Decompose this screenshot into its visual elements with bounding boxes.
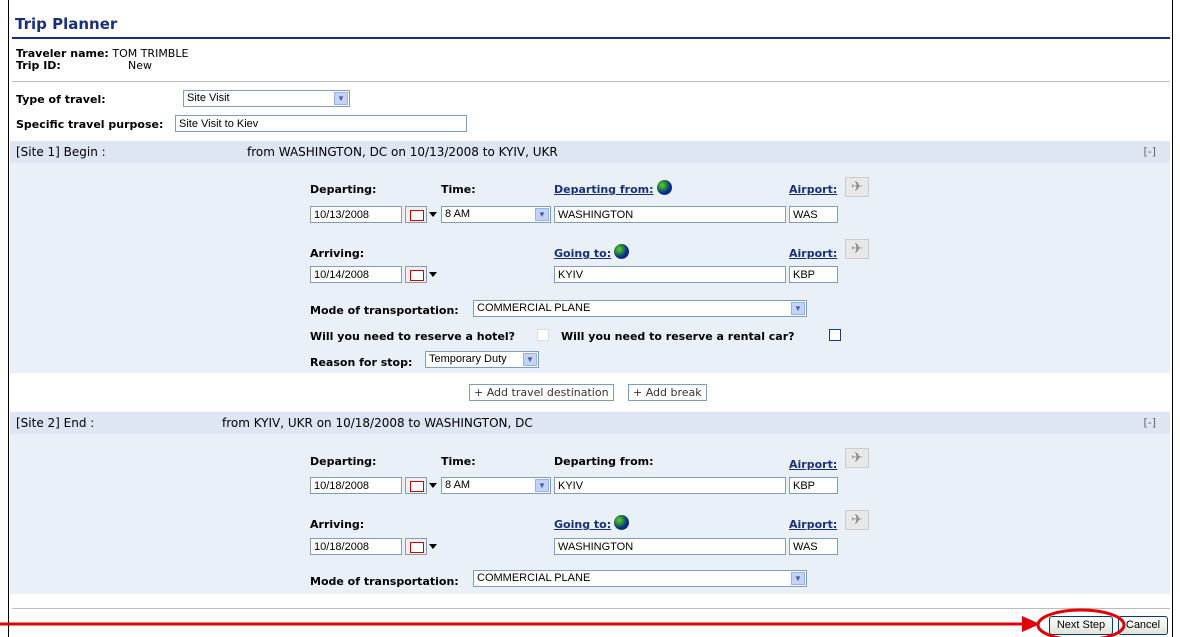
type-of-travel-select[interactable]: Site Visit ▼	[183, 90, 350, 107]
site2-header[interactable]: [Site 2] End : from KYIV, UKR on 10/18/2…	[10, 412, 1170, 434]
site2-depart-time[interactable]: 8 AM ▼	[441, 477, 551, 494]
site2-mode-value: COMMERCIAL PLANE	[477, 572, 591, 584]
page-title: Trip Planner	[15, 15, 118, 33]
site1-depart-airport[interactable]: WAS	[789, 206, 838, 223]
site2-collapse-button[interactable]: [-]	[1143, 416, 1156, 429]
airplane-icon[interactable]: ✈	[845, 177, 869, 197]
site1-mode-value: COMMERCIAL PLANE	[477, 302, 591, 314]
site2-arriving-label: Arriving:	[310, 518, 365, 531]
site1-reason-label: Reason for stop:	[310, 356, 413, 369]
airplane-icon[interactable]: ✈	[845, 448, 869, 468]
site1-airport-link[interactable]: Airport:	[789, 183, 837, 196]
site2-mode-label: Mode of transportation:	[310, 575, 459, 588]
calendar-icon[interactable]	[405, 538, 441, 555]
site1-arrive-airport[interactable]: KBP	[789, 266, 838, 283]
chevron-down-icon: ▼	[791, 572, 805, 585]
chevron-down-icon: ▼	[791, 302, 805, 315]
site1-hotel-label: Will you need to reserve a hotel?	[310, 330, 516, 343]
site2-arrive-date[interactable]: 10/18/2008	[310, 538, 402, 555]
site2-departing-from-label: Departing from:	[554, 455, 654, 468]
site2-arrive-airport-label: Airport:	[789, 518, 837, 531]
airplane-icon[interactable]: ✈	[845, 239, 869, 259]
site1-depart-from[interactable]: WASHINGTON	[554, 206, 786, 223]
annotation-overlay	[0, 608, 1126, 637]
site2-going-to: Going to:	[554, 515, 630, 531]
calendar-icon[interactable]	[405, 266, 441, 283]
site1-going-to: Going to:	[554, 244, 630, 260]
purpose-label: Specific travel purpose:	[16, 118, 164, 131]
site2-time-label: Time:	[441, 455, 476, 468]
site1-depart-date[interactable]: 10/13/2008	[310, 206, 402, 223]
airplane-icon[interactable]: ✈	[845, 510, 869, 530]
site2-label: [Site 2] End :	[16, 416, 95, 430]
site1-summary: from WASHINGTON, DC on 10/13/2008 to KYI…	[247, 145, 558, 159]
site1-arrive-date[interactable]: 10/14/2008	[310, 266, 402, 283]
site1-arrive-airport-label: Airport:	[789, 247, 837, 260]
site1-arrive-airport-link[interactable]: Airport:	[789, 247, 837, 260]
site1-car-checkbox[interactable]	[829, 329, 841, 341]
site2-depart-date[interactable]: 10/18/2008	[310, 477, 402, 494]
globe-icon[interactable]	[614, 515, 630, 530]
site1-depart-time[interactable]: 8 AM ▼	[441, 206, 551, 223]
site1-going-to-link[interactable]: Going to:	[554, 247, 611, 260]
site1-arriving-label: Arriving:	[310, 247, 365, 260]
type-of-travel-label: Type of travel:	[16, 93, 106, 106]
site1-car-label: Will you need to reserve a rental car?	[561, 330, 795, 343]
site1-departing-from: Departing from:	[554, 180, 672, 196]
site2-arrive-airport[interactable]: WAS	[789, 538, 838, 555]
site1-header[interactable]: [Site 1] Begin : from WASHINGTON, DC on …	[10, 141, 1170, 163]
trip-id-label: Trip ID:	[16, 59, 61, 72]
annotation-circle	[1036, 608, 1126, 637]
site2-mode-select[interactable]: COMMERCIAL PLANE ▼	[473, 570, 807, 587]
site2-depart-time-value: 8 AM	[445, 479, 471, 491]
site1-collapse-button[interactable]: [-]	[1143, 145, 1156, 158]
site2-depart-from[interactable]: KYIV	[554, 477, 786, 494]
site2-summary: from KYIV, UKR on 10/18/2008 to WASHINGT…	[222, 416, 533, 430]
chevron-down-icon: ▼	[523, 353, 537, 366]
title-divider	[12, 37, 1170, 39]
site2-arrive-to[interactable]: WASHINGTON	[554, 538, 786, 555]
site1-mode-select[interactable]: COMMERCIAL PLANE ▼	[473, 300, 807, 317]
site1-airport: Airport:	[789, 183, 837, 196]
site2-airport: Airport:	[789, 458, 837, 471]
site1-hotel-checkbox[interactable]	[537, 329, 549, 341]
site2-departing-label: Departing:	[310, 455, 377, 468]
divider	[12, 81, 1170, 82]
globe-icon[interactable]	[614, 244, 630, 259]
chevron-down-icon: ▼	[334, 92, 348, 105]
calendar-icon[interactable]	[405, 477, 441, 494]
site1-departing-label: Departing:	[310, 183, 377, 196]
site1-time-label: Time:	[441, 183, 476, 196]
site1-arrive-to[interactable]: KYIV	[554, 266, 786, 283]
site2-depart-airport[interactable]: KBP	[789, 477, 838, 494]
trip-id: Trip ID:	[16, 59, 61, 72]
site2-airport-link[interactable]: Airport:	[789, 458, 837, 471]
purpose-input[interactable]: Site Visit to Kiev	[175, 115, 467, 132]
add-break-button[interactable]: + Add break	[628, 384, 707, 401]
site2-arrive-airport-link[interactable]: Airport:	[789, 518, 837, 531]
site1-label: [Site 1] Begin :	[16, 145, 106, 159]
site1-departing-from-link[interactable]: Departing from:	[554, 183, 654, 196]
trip-id-value: New	[128, 59, 152, 72]
add-destination-button[interactable]: + Add travel destination	[469, 384, 614, 401]
site1-reason-value: Temporary Duty	[429, 353, 507, 365]
globe-icon[interactable]	[656, 180, 672, 195]
chevron-down-icon: ▼	[535, 479, 549, 492]
site1-mode-label: Mode of transportation:	[310, 304, 459, 317]
site2-going-to-link[interactable]: Going to:	[554, 518, 611, 531]
site1-reason-select[interactable]: Temporary Duty ▼	[425, 351, 539, 368]
chevron-down-icon: ▼	[535, 208, 549, 221]
type-of-travel-value: Site Visit	[187, 92, 230, 104]
site1-depart-time-value: 8 AM	[445, 208, 471, 220]
calendar-icon[interactable]	[405, 206, 441, 223]
